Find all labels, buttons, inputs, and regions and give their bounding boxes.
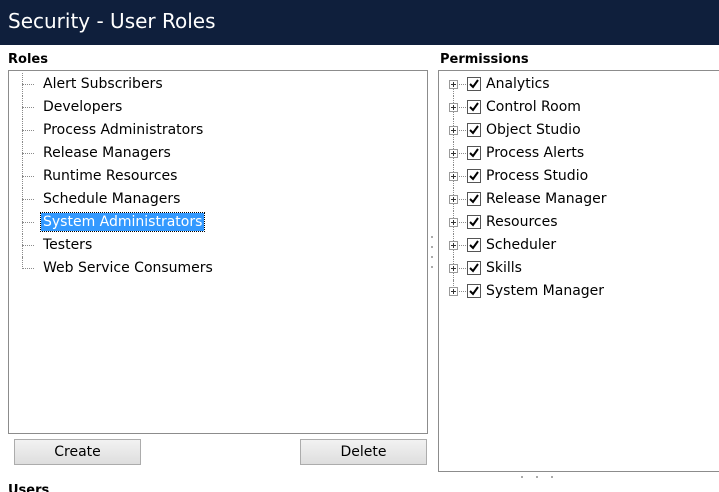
permission-label: Object Studio bbox=[486, 122, 581, 138]
permission-label: Control Room bbox=[486, 99, 581, 115]
checkmark-icon bbox=[469, 125, 479, 135]
checkmark-icon bbox=[469, 217, 479, 227]
window-title: Security - User Roles bbox=[8, 9, 216, 33]
permission-item[interactable]: Release Manager bbox=[449, 188, 607, 211]
users-heading: Users bbox=[8, 483, 50, 492]
checkmark-icon bbox=[469, 79, 479, 89]
permission-item[interactable]: Object Studio bbox=[449, 119, 607, 142]
roles-tree: Alert Subscribers Developers Process Admin… bbox=[17, 73, 215, 280]
expand-plus-icon[interactable] bbox=[449, 103, 458, 112]
role-label: Testers bbox=[43, 237, 93, 253]
expand-plus-icon[interactable] bbox=[449, 264, 458, 273]
permission-item[interactable]: Analytics bbox=[449, 73, 607, 96]
permission-checkbox[interactable] bbox=[467, 284, 481, 298]
role-item[interactable]: Alert Subscribers bbox=[17, 73, 215, 96]
tree-connector bbox=[17, 234, 37, 257]
permission-checkbox[interactable] bbox=[467, 77, 481, 91]
permission-checkbox[interactable] bbox=[467, 169, 481, 183]
permission-item[interactable]: System Manager bbox=[449, 280, 607, 303]
checkmark-icon bbox=[469, 286, 479, 296]
checkmark-icon bbox=[469, 148, 479, 158]
role-item[interactable]: Developers bbox=[17, 96, 215, 119]
checkmark-icon bbox=[469, 194, 479, 204]
tree-connector bbox=[17, 142, 37, 165]
permission-label: Analytics bbox=[486, 76, 550, 92]
checkmark-icon bbox=[469, 240, 479, 250]
tree-connector bbox=[17, 73, 37, 96]
permission-checkbox[interactable] bbox=[467, 100, 481, 114]
role-item[interactable]: System Administrators bbox=[17, 211, 215, 234]
permission-label: Skills bbox=[486, 260, 522, 276]
permission-item[interactable]: Skills bbox=[449, 257, 607, 280]
vertical-splitter-handle[interactable] bbox=[431, 236, 435, 276]
role-item[interactable]: Testers bbox=[17, 234, 215, 257]
tree-connector bbox=[17, 165, 37, 188]
permission-label: Resources bbox=[486, 214, 558, 230]
permission-checkbox[interactable] bbox=[467, 192, 481, 206]
permission-label: Scheduler bbox=[486, 237, 557, 253]
expand-plus-icon[interactable] bbox=[449, 80, 458, 89]
permissions-panel[interactable]: Analytics Control Room Object Studio Proces… bbox=[438, 70, 719, 472]
permission-checkbox[interactable] bbox=[467, 261, 481, 275]
permission-checkbox[interactable] bbox=[467, 215, 481, 229]
role-item[interactable]: Release Managers bbox=[17, 142, 215, 165]
role-label: Developers bbox=[43, 99, 123, 115]
permission-item[interactable]: Process Alerts bbox=[449, 142, 607, 165]
checkmark-icon bbox=[469, 263, 479, 273]
tree-connector bbox=[17, 211, 37, 234]
role-label: Release Managers bbox=[43, 145, 171, 161]
permission-checkbox[interactable] bbox=[467, 238, 481, 252]
tree-connector bbox=[17, 119, 37, 142]
expand-plus-icon[interactable] bbox=[449, 195, 458, 204]
permission-item[interactable]: Process Studio bbox=[449, 165, 607, 188]
permission-checkbox[interactable] bbox=[467, 146, 481, 160]
permissions-tree: Analytics Control Room Object Studio Proces… bbox=[449, 73, 607, 303]
role-item[interactable]: Web Service Consumers bbox=[17, 257, 215, 280]
tree-connector bbox=[17, 96, 37, 119]
role-label: Runtime Resources bbox=[43, 168, 178, 184]
title-bar: Security - User Roles bbox=[0, 0, 719, 45]
permission-label: Release Manager bbox=[486, 191, 607, 207]
permission-item[interactable]: Scheduler bbox=[449, 234, 607, 257]
roles-panel[interactable]: Alert Subscribers Developers Process Admin… bbox=[8, 70, 428, 434]
expand-plus-icon[interactable] bbox=[449, 172, 458, 181]
role-label: Web Service Consumers bbox=[43, 260, 213, 276]
role-label: Alert Subscribers bbox=[43, 76, 163, 92]
permission-label: System Manager bbox=[486, 283, 605, 299]
tree-connector bbox=[17, 188, 37, 211]
roles-heading: Roles bbox=[8, 52, 48, 67]
checkmark-icon bbox=[469, 102, 479, 112]
expand-plus-icon[interactable] bbox=[449, 126, 458, 135]
permission-item[interactable]: Resources bbox=[449, 211, 607, 234]
expand-plus-icon[interactable] bbox=[449, 149, 458, 158]
role-item[interactable]: Runtime Resources bbox=[17, 165, 215, 188]
expand-plus-icon[interactable] bbox=[449, 241, 458, 250]
expand-plus-icon[interactable] bbox=[449, 218, 458, 227]
role-item[interactable]: Schedule Managers bbox=[17, 188, 215, 211]
permission-checkbox[interactable] bbox=[467, 123, 481, 137]
create-role-button[interactable]: Create bbox=[14, 439, 141, 465]
permission-label: Process Studio bbox=[486, 168, 589, 184]
checkmark-icon bbox=[469, 171, 479, 181]
role-label: Schedule Managers bbox=[43, 191, 181, 207]
role-item[interactable]: Process Administrators bbox=[17, 119, 215, 142]
horizontal-splitter-handle[interactable] bbox=[521, 476, 561, 480]
delete-role-button[interactable]: Delete bbox=[300, 439, 427, 465]
permission-label: Process Alerts bbox=[486, 145, 585, 161]
permissions-heading: Permissions bbox=[440, 52, 529, 67]
role-label: Process Administrators bbox=[43, 122, 204, 138]
tree-connector bbox=[17, 257, 37, 280]
role-label: System Administrators bbox=[39, 212, 206, 232]
permission-item[interactable]: Control Room bbox=[449, 96, 607, 119]
expand-plus-icon[interactable] bbox=[449, 287, 458, 296]
